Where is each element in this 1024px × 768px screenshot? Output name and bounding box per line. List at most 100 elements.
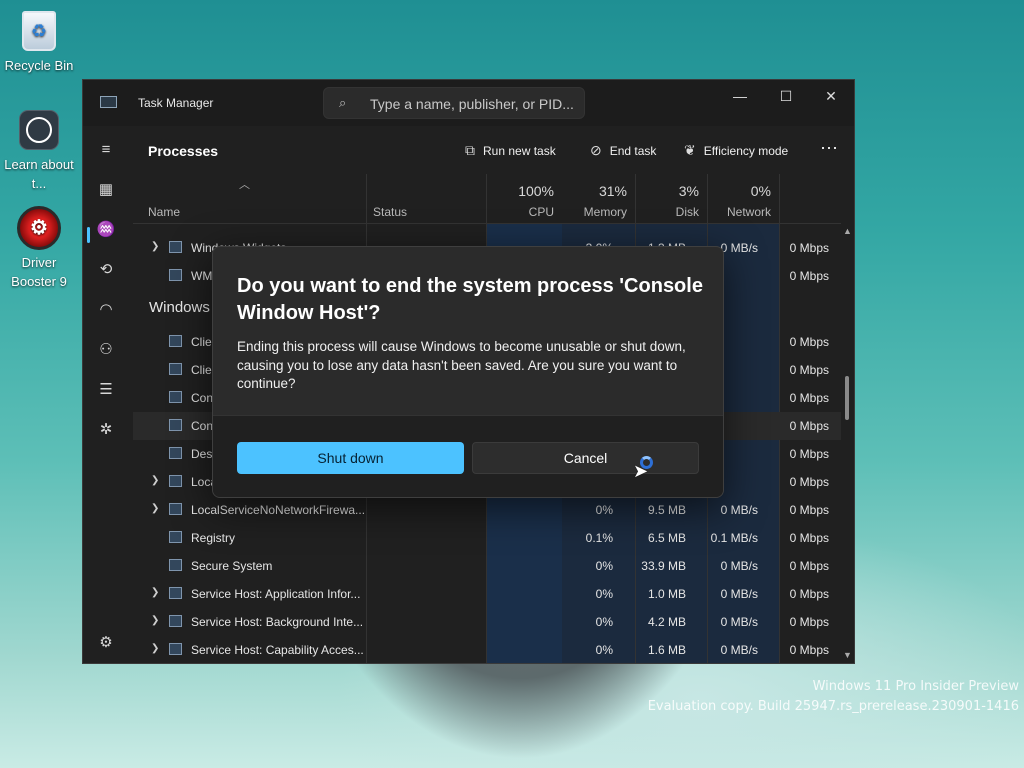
nav-selection-indicator bbox=[87, 227, 90, 243]
app-history-nav-icon[interactable]: ⟲ bbox=[95, 258, 117, 280]
process-icon bbox=[169, 447, 182, 459]
process-name: Secure System bbox=[191, 559, 273, 573]
services-nav-icon[interactable]: ✲ bbox=[95, 418, 117, 440]
gear-process-icon bbox=[169, 643, 182, 655]
process-icon bbox=[169, 335, 182, 347]
cpu-label: CPU bbox=[528, 205, 554, 219]
run-new-task-button[interactable]: ⧉ Run new task bbox=[465, 142, 556, 159]
column-name[interactable]: Name bbox=[148, 205, 180, 219]
hamburger-menu-icon[interactable]: ≡ bbox=[95, 138, 117, 160]
network-value: 0 Mbps bbox=[789, 503, 829, 517]
scroll-down-arrow-icon[interactable]: ▼ bbox=[843, 650, 852, 660]
processes-nav-icon[interactable]: ▦ bbox=[95, 178, 117, 200]
column-disk[interactable]: 3% Disk bbox=[635, 174, 707, 224]
more-options-button[interactable]: ⋯ bbox=[820, 138, 838, 159]
disk-total: 3% bbox=[678, 183, 699, 199]
search-input[interactable] bbox=[370, 94, 580, 114]
cpu-value: 0.1% bbox=[585, 531, 613, 545]
recycle-bin-icon: ♻ bbox=[16, 8, 62, 54]
end-task-button[interactable]: ⊘ End task bbox=[590, 142, 656, 159]
efficiency-mode-label: Efficiency mode bbox=[703, 143, 789, 158]
process-name: Registry bbox=[191, 531, 236, 545]
cpu-value: 0% bbox=[595, 587, 613, 601]
startup-apps-nav-icon[interactable]: ◠ bbox=[95, 298, 117, 320]
column-header: ︿ Name Status 100% CPU 31% Memory 3% Dis… bbox=[133, 174, 841, 224]
shut-down-button[interactable]: Shut down bbox=[237, 442, 464, 474]
sort-caret-icon: ︿ bbox=[239, 179, 250, 191]
users-nav-icon[interactable]: ⚇ bbox=[95, 338, 117, 360]
network-value: 0 Mbps bbox=[789, 643, 829, 657]
disk-value: 0 MB/s bbox=[720, 241, 758, 255]
cancel-button[interactable]: Cancel bbox=[472, 442, 699, 474]
expand-chevron-icon[interactable]: ❯ bbox=[151, 503, 159, 514]
process-icon bbox=[169, 363, 182, 375]
process-icon bbox=[169, 503, 182, 515]
watermark-line-2: Evaluation copy. Build 25947.rs_prerelea… bbox=[647, 699, 1019, 714]
gear-process-icon bbox=[169, 587, 182, 599]
table-row[interactable]: Registry 0.1% 6.5 MB 0.1 MB/s 0 Mbps bbox=[133, 524, 841, 552]
title-bar[interactable]: Task Manager ⌕ — ☐ ✕ bbox=[83, 80, 854, 126]
memory-value: 1.0 MB bbox=[647, 587, 686, 601]
network-value: 0 Mbps bbox=[789, 269, 829, 283]
table-row[interactable]: ❯ Service Host: Capability Acces... 0% 1… bbox=[133, 636, 841, 663]
efficiency-mode-button[interactable]: ❦ Efficiency mode bbox=[684, 142, 788, 159]
console-icon bbox=[169, 391, 182, 403]
scrollbar-thumb[interactable] bbox=[845, 376, 849, 420]
network-value: 0 Mbps bbox=[789, 335, 829, 349]
cpu-total: 100% bbox=[518, 183, 554, 199]
maximize-button[interactable]: ☐ bbox=[763, 83, 809, 109]
table-row[interactable]: ❯ Service Host: Background Inte... 0% 4.… bbox=[133, 608, 841, 636]
network-value: 0 Mbps bbox=[789, 391, 829, 405]
process-icon bbox=[169, 269, 182, 281]
settings-gear-icon[interactable]: ⚙ bbox=[95, 631, 117, 653]
table-row[interactable]: ❯ LocalServiceNoNetworkFirewa... 0% 9.5 … bbox=[133, 496, 841, 524]
table-row[interactable]: Secure System 0% 33.9 MB 0 MB/s 0 Mbps bbox=[133, 552, 841, 580]
page-title: Processes bbox=[148, 143, 219, 159]
network-value: 0 Mbps bbox=[789, 241, 829, 255]
desktop-icon-learn[interactable]: Learn about t... bbox=[0, 107, 78, 193]
process-icon bbox=[169, 559, 182, 571]
desktop-icon-recycle-bin[interactable]: ♻ Recycle Bin bbox=[0, 8, 78, 75]
network-value: 0 Mbps bbox=[789, 587, 829, 601]
network-label: Network bbox=[726, 205, 771, 219]
expand-chevron-icon[interactable]: ❯ bbox=[151, 241, 159, 252]
disk-value: 0 MB/s bbox=[720, 643, 758, 657]
watermark-line-1: Windows 11 Pro Insider Preview bbox=[812, 679, 1019, 694]
desktop-icon-driver-booster[interactable]: ⚙ Driver Booster 9 bbox=[0, 205, 78, 291]
learn-icon bbox=[16, 107, 62, 153]
memory-value: 6.5 MB bbox=[647, 531, 686, 545]
disk-value: 0.1 MB/s bbox=[710, 531, 758, 545]
window-title: Task Manager bbox=[138, 96, 214, 110]
search-box[interactable]: ⌕ bbox=[323, 87, 585, 119]
console-icon bbox=[169, 419, 182, 431]
dialog-title: Do you want to end the system process 'C… bbox=[237, 275, 703, 324]
table-row[interactable]: ❯ Service Host: Application Infor... 0% … bbox=[133, 580, 841, 608]
memory-total: 31% bbox=[598, 183, 627, 199]
end-task-icon: ⊘ bbox=[590, 142, 602, 158]
run-task-icon: ⧉ bbox=[465, 142, 475, 158]
toolbar: Processes ⧉ Run new task ⊘ End task ❦ Ef… bbox=[133, 126, 854, 174]
memory-value: 9.5 MB bbox=[647, 503, 686, 517]
column-memory[interactable]: 31% Memory bbox=[562, 174, 635, 224]
expand-chevron-icon[interactable]: ❯ bbox=[151, 643, 159, 654]
process-name: Service Host: Background Inte... bbox=[191, 615, 364, 629]
expand-chevron-icon[interactable]: ❯ bbox=[151, 587, 159, 598]
network-value: 0 Mbps bbox=[789, 559, 829, 573]
network-value: 0 Mbps bbox=[789, 447, 829, 461]
column-cpu[interactable]: 100% CPU bbox=[486, 174, 562, 224]
expand-chevron-icon[interactable]: ❯ bbox=[151, 615, 159, 626]
process-name: LocalServiceNoNetworkFirewa... bbox=[191, 503, 366, 517]
column-network[interactable]: 0% Network bbox=[707, 174, 779, 224]
leaf-icon: ❦ bbox=[684, 142, 696, 158]
task-manager-app-icon bbox=[100, 96, 117, 108]
details-nav-icon[interactable]: ☰ bbox=[95, 378, 117, 400]
busy-spinner-icon bbox=[640, 456, 653, 469]
close-button[interactable]: ✕ bbox=[808, 83, 854, 109]
network-total: 0% bbox=[750, 183, 771, 199]
expand-chevron-icon[interactable]: ❯ bbox=[151, 475, 159, 486]
scroll-up-arrow-icon[interactable]: ▲ bbox=[843, 226, 852, 236]
minimize-button[interactable]: — bbox=[717, 83, 763, 109]
column-status[interactable]: Status bbox=[373, 205, 407, 219]
performance-nav-icon[interactable]: ♒ bbox=[95, 218, 117, 240]
disk-value: 0 MB/s bbox=[720, 615, 758, 629]
